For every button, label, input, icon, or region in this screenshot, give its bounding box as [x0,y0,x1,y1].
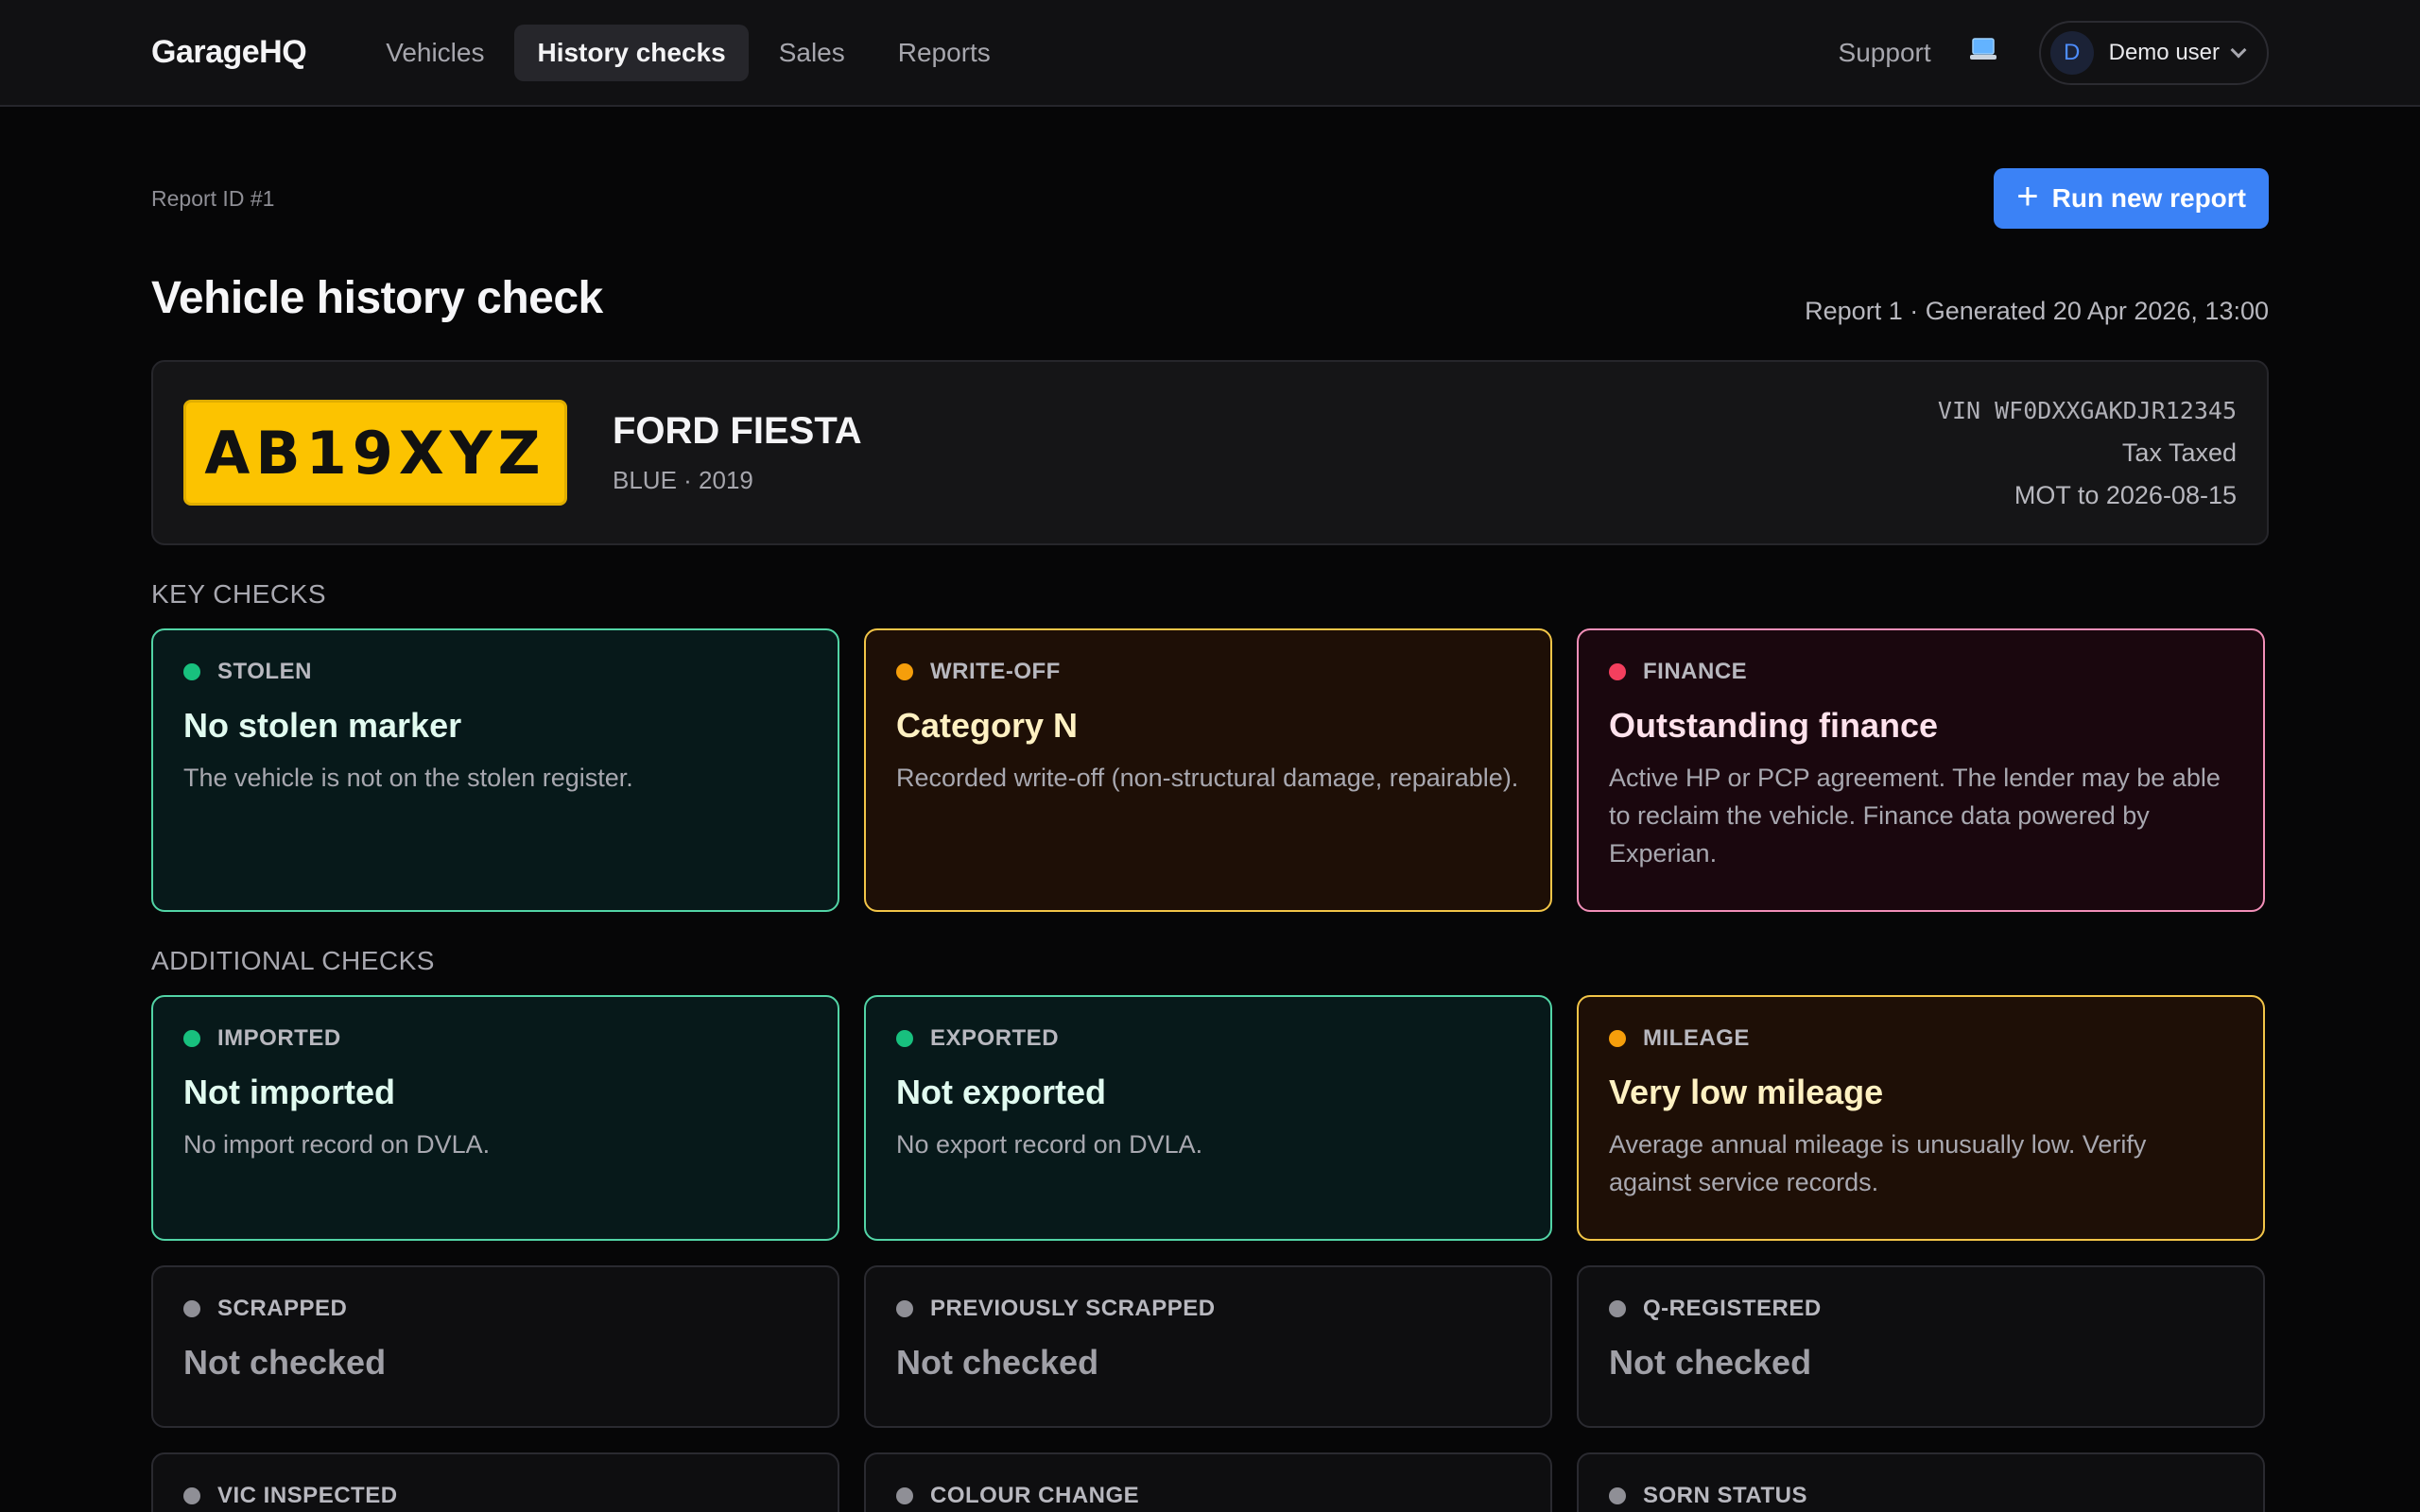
page-title: Vehicle history check [151,273,603,323]
tax-status: Tax Taxed [2121,438,2237,467]
muted-checks-grid: SCRAPPED Not checked PREVIOUSLY SCRAPPED… [151,1265,2269,1428]
title-row: Vehicle history check Report 1 · Generat… [151,266,2269,341]
plus-icon: + [2016,176,2039,217]
check-title: Very low mileage [1609,1073,1884,1111]
report-toolbar: Report ID #1 + Run new report [151,107,2269,262]
nav-tab-history-checks[interactable]: History checks [514,24,749,81]
brand-logo[interactable]: GarageHQ [151,34,307,71]
status-dot [183,1030,200,1047]
avatar: D [2049,30,2094,75]
check-description: The vehicle is not on the stolen registe… [183,764,633,792]
check-title: No stolen marker [183,706,462,745]
check-card-exported: EXPORTED Not exported No export record o… [864,995,1552,1241]
vehicle-meta: VIN WF0DXXGAKDJR12345 Tax Taxed MOT to 2… [1938,389,2237,517]
user-menu[interactable]: D Demo user [2038,20,2269,85]
check-card-mileage: MILEAGE Very low mileage Average annual … [1577,995,2265,1241]
check-label: SORN STATUS [1643,1483,1807,1508]
vehicle-model: FORD FIESTA [613,410,862,452]
top-navigation-bar: GarageHQ Vehicles History checks Sales R… [0,0,2420,107]
check-label: Q-REGISTERED [1643,1296,1822,1321]
check-card-vic-inspected: VIC INSPECTED [151,1452,839,1512]
check-title: Category N [896,706,1079,745]
nav-tab-sales[interactable]: Sales [756,25,868,81]
vehicle-colour-year: BLUE · 2019 [613,466,753,494]
check-card-stolen: STOLEN No stolen marker The vehicle is n… [151,628,839,912]
support-link[interactable]: Support [1839,38,1931,68]
vehicle-info: FORD FIESTA BLUE · 2019 [613,410,1938,495]
status-dot [1609,663,1626,680]
check-title: Outstanding finance [1609,706,1939,745]
run-new-report-button[interactable]: + Run new report [1994,168,2269,229]
check-description: Recorded write-off (non-structural damag… [896,764,1519,792]
status-dot [1609,1030,1626,1047]
mot-expiry: MOT to 2026-08-15 [2014,480,2237,509]
status-dot [896,1030,913,1047]
vehicle-summary-card: AB19XYZ FORD FIESTA BLUE · 2019 VIN WF0D… [151,360,2269,545]
check-label: IMPORTED [217,1025,341,1051]
check-label: COLOUR CHANGE [930,1483,1140,1508]
check-card-write-off: WRITE-OFF Category N Recorded write-off … [864,628,1552,912]
check-title: Not imported [183,1073,395,1111]
key-checks-heading: KEY CHECKS [151,579,326,609]
check-description: Average annual mileage is unusually low.… [1609,1130,2147,1196]
status-dot [1609,1487,1626,1504]
check-title: Not exported [896,1073,1107,1111]
status-dot [183,663,200,680]
check-card-colour-change: COLOUR CHANGE [864,1452,1552,1512]
status-dot [1609,1300,1626,1317]
bottom-checks-grid: VIC INSPECTED COLOUR CHANGE SORN STATUS [151,1452,2269,1512]
run-new-report-label: Run new report [2051,183,2246,213]
report-id: Report ID #1 [151,185,275,211]
laptop-icon[interactable] [1969,37,1997,69]
check-label: WRITE-OFF [930,659,1061,684]
check-label: PREVIOUSLY SCRAPPED [930,1296,1216,1321]
check-card-q-registered: Q-REGISTERED Not checked [1577,1265,2265,1428]
check-description: Active HP or PCP agreement. The lender m… [1609,764,2221,868]
check-card-scrapped: SCRAPPED Not checked [151,1265,839,1428]
check-title: Not checked [183,1343,387,1382]
status-dot [896,663,913,680]
status-dot [896,1487,913,1504]
additional-checks-grid: IMPORTED Not imported No import record o… [151,995,2269,1241]
check-card-imported: IMPORTED Not imported No import record o… [151,995,839,1241]
status-dot [183,1300,200,1317]
check-title: Not checked [896,1343,1099,1382]
main-content: Report ID #1 + Run new report Vehicle hi… [0,107,2420,1512]
main-nav: Vehicles History checks Sales Reports [363,24,1013,81]
check-description: No import record on DVLA. [183,1130,491,1159]
check-card-previously-scrapped: PREVIOUSLY SCRAPPED Not checked [864,1265,1552,1428]
check-label: STOLEN [217,659,312,684]
registration-plate: AB19XYZ [183,400,567,506]
user-name: Demo user [2108,39,2220,65]
check-label: VIC INSPECTED [217,1483,398,1508]
generated-timestamp: Report 1 · Generated 20 Apr 2026, 13:00 [1805,297,2269,325]
check-card-sorn-status: SORN STATUS [1577,1452,2265,1512]
nav-tab-reports[interactable]: Reports [875,25,1013,81]
check-title: Not checked [1609,1343,1812,1382]
check-label: MILEAGE [1643,1025,1750,1051]
check-label: FINANCE [1643,659,1748,684]
status-dot [896,1300,913,1317]
nav-tab-vehicles[interactable]: Vehicles [363,25,507,81]
status-dot [183,1487,200,1504]
key-checks-grid: STOLEN No stolen marker The vehicle is n… [151,628,2269,912]
check-label: EXPORTED [930,1025,1060,1051]
chevron-down-icon [2230,42,2247,58]
vin-number: VIN WF0DXXGAKDJR12345 [1937,396,2237,424]
additional-checks-heading: ADDITIONAL CHECKS [151,946,435,975]
check-card-finance: FINANCE Outstanding finance Active HP or… [1577,628,2265,912]
check-label: SCRAPPED [217,1296,348,1321]
check-description: No export record on DVLA. [896,1130,1203,1159]
